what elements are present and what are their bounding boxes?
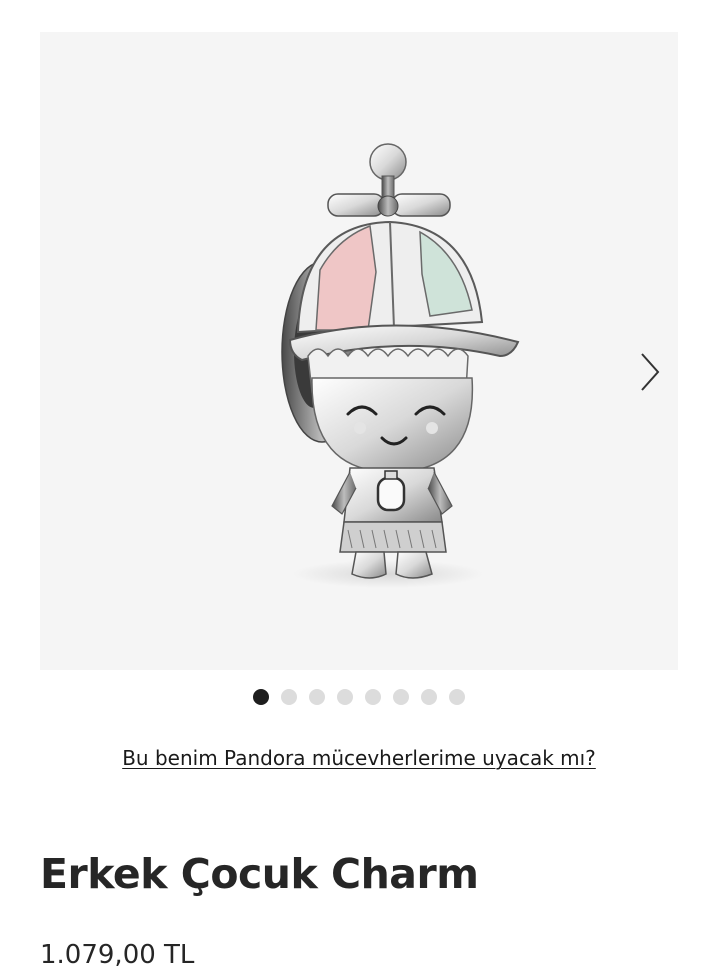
gallery-pagination xyxy=(0,689,718,705)
product-title: Erkek Çocuk Charm xyxy=(40,850,479,898)
chevron-right-icon xyxy=(641,353,660,391)
next-image-button[interactable] xyxy=(636,350,664,394)
pagination-dot[interactable] xyxy=(253,689,269,705)
product-image xyxy=(281,143,520,588)
product-image-gallery[interactable] xyxy=(40,32,678,670)
pagination-dot[interactable] xyxy=(393,689,409,705)
pagination-dot[interactable] xyxy=(309,689,325,705)
pagination-dot[interactable] xyxy=(449,689,465,705)
pagination-dot[interactable] xyxy=(337,689,353,705)
pagination-dot[interactable] xyxy=(281,689,297,705)
product-price: 1.079,00 TL xyxy=(40,940,195,970)
compatibility-link[interactable]: Bu benim Pandora mücevherlerime uyacak m… xyxy=(0,746,718,770)
pagination-dot[interactable] xyxy=(421,689,437,705)
pagination-dot[interactable] xyxy=(365,689,381,705)
